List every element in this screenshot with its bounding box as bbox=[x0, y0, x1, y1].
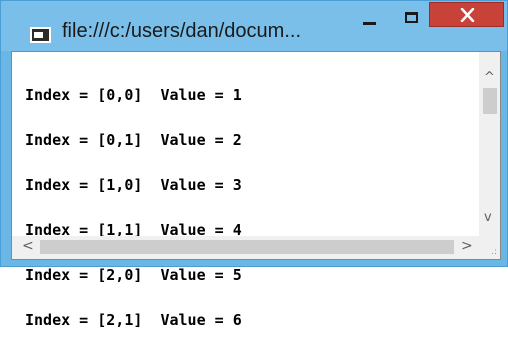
window-title: file:///c:/users/dan/docum... bbox=[62, 20, 301, 42]
console-line: Index = [0,1] Value = 2 bbox=[25, 131, 242, 149]
icon-detail bbox=[34, 32, 43, 38]
console-line: Index = [1,0] Value = 3 bbox=[25, 176, 242, 194]
scroll-up-arrow-icon[interactable]: ^ bbox=[484, 70, 495, 85]
maximize-button[interactable] bbox=[398, 9, 426, 29]
vertical-scrollbar[interactable]: ^ v bbox=[479, 52, 500, 236]
scroll-right-arrow-icon[interactable]: > bbox=[461, 238, 473, 254]
console-window: file:///c:/users/dan/docum... Index = [0… bbox=[0, 0, 508, 328]
console-line: Index = [0,0] Value = 1 bbox=[25, 86, 242, 104]
scroll-left-arrow-icon[interactable]: < bbox=[22, 238, 34, 254]
console-client-area: Index = [0,0] Value = 1 Index = [0,1] Va… bbox=[11, 51, 501, 328]
console-line: Index = [2,1] Value = 6 bbox=[25, 311, 242, 329]
resize-grip[interactable]: .: bbox=[479, 236, 500, 259]
scroll-down-arrow-icon[interactable]: v bbox=[484, 210, 492, 225]
maximize-icon bbox=[405, 12, 418, 23]
title-bar[interactable]: file:///c:/users/dan/docum... bbox=[1, 1, 507, 51]
minimize-icon bbox=[363, 22, 376, 25]
close-icon bbox=[460, 8, 475, 22]
horizontal-scroll-thumb[interactable] bbox=[40, 240, 454, 254]
console-output[interactable]: Index = [0,0] Value = 1 Index = [0,1] Va… bbox=[12, 52, 479, 328]
console-line: Index = [2,0] Value = 5 bbox=[25, 266, 242, 284]
horizontal-scrollbar[interactable]: < > bbox=[12, 236, 479, 259]
resize-grip-icon: .: bbox=[491, 247, 497, 257]
console-window-icon[interactable] bbox=[30, 27, 51, 43]
minimize-button[interactable] bbox=[356, 9, 384, 29]
close-button[interactable] bbox=[429, 2, 504, 27]
vertical-scroll-thumb[interactable] bbox=[483, 88, 497, 114]
